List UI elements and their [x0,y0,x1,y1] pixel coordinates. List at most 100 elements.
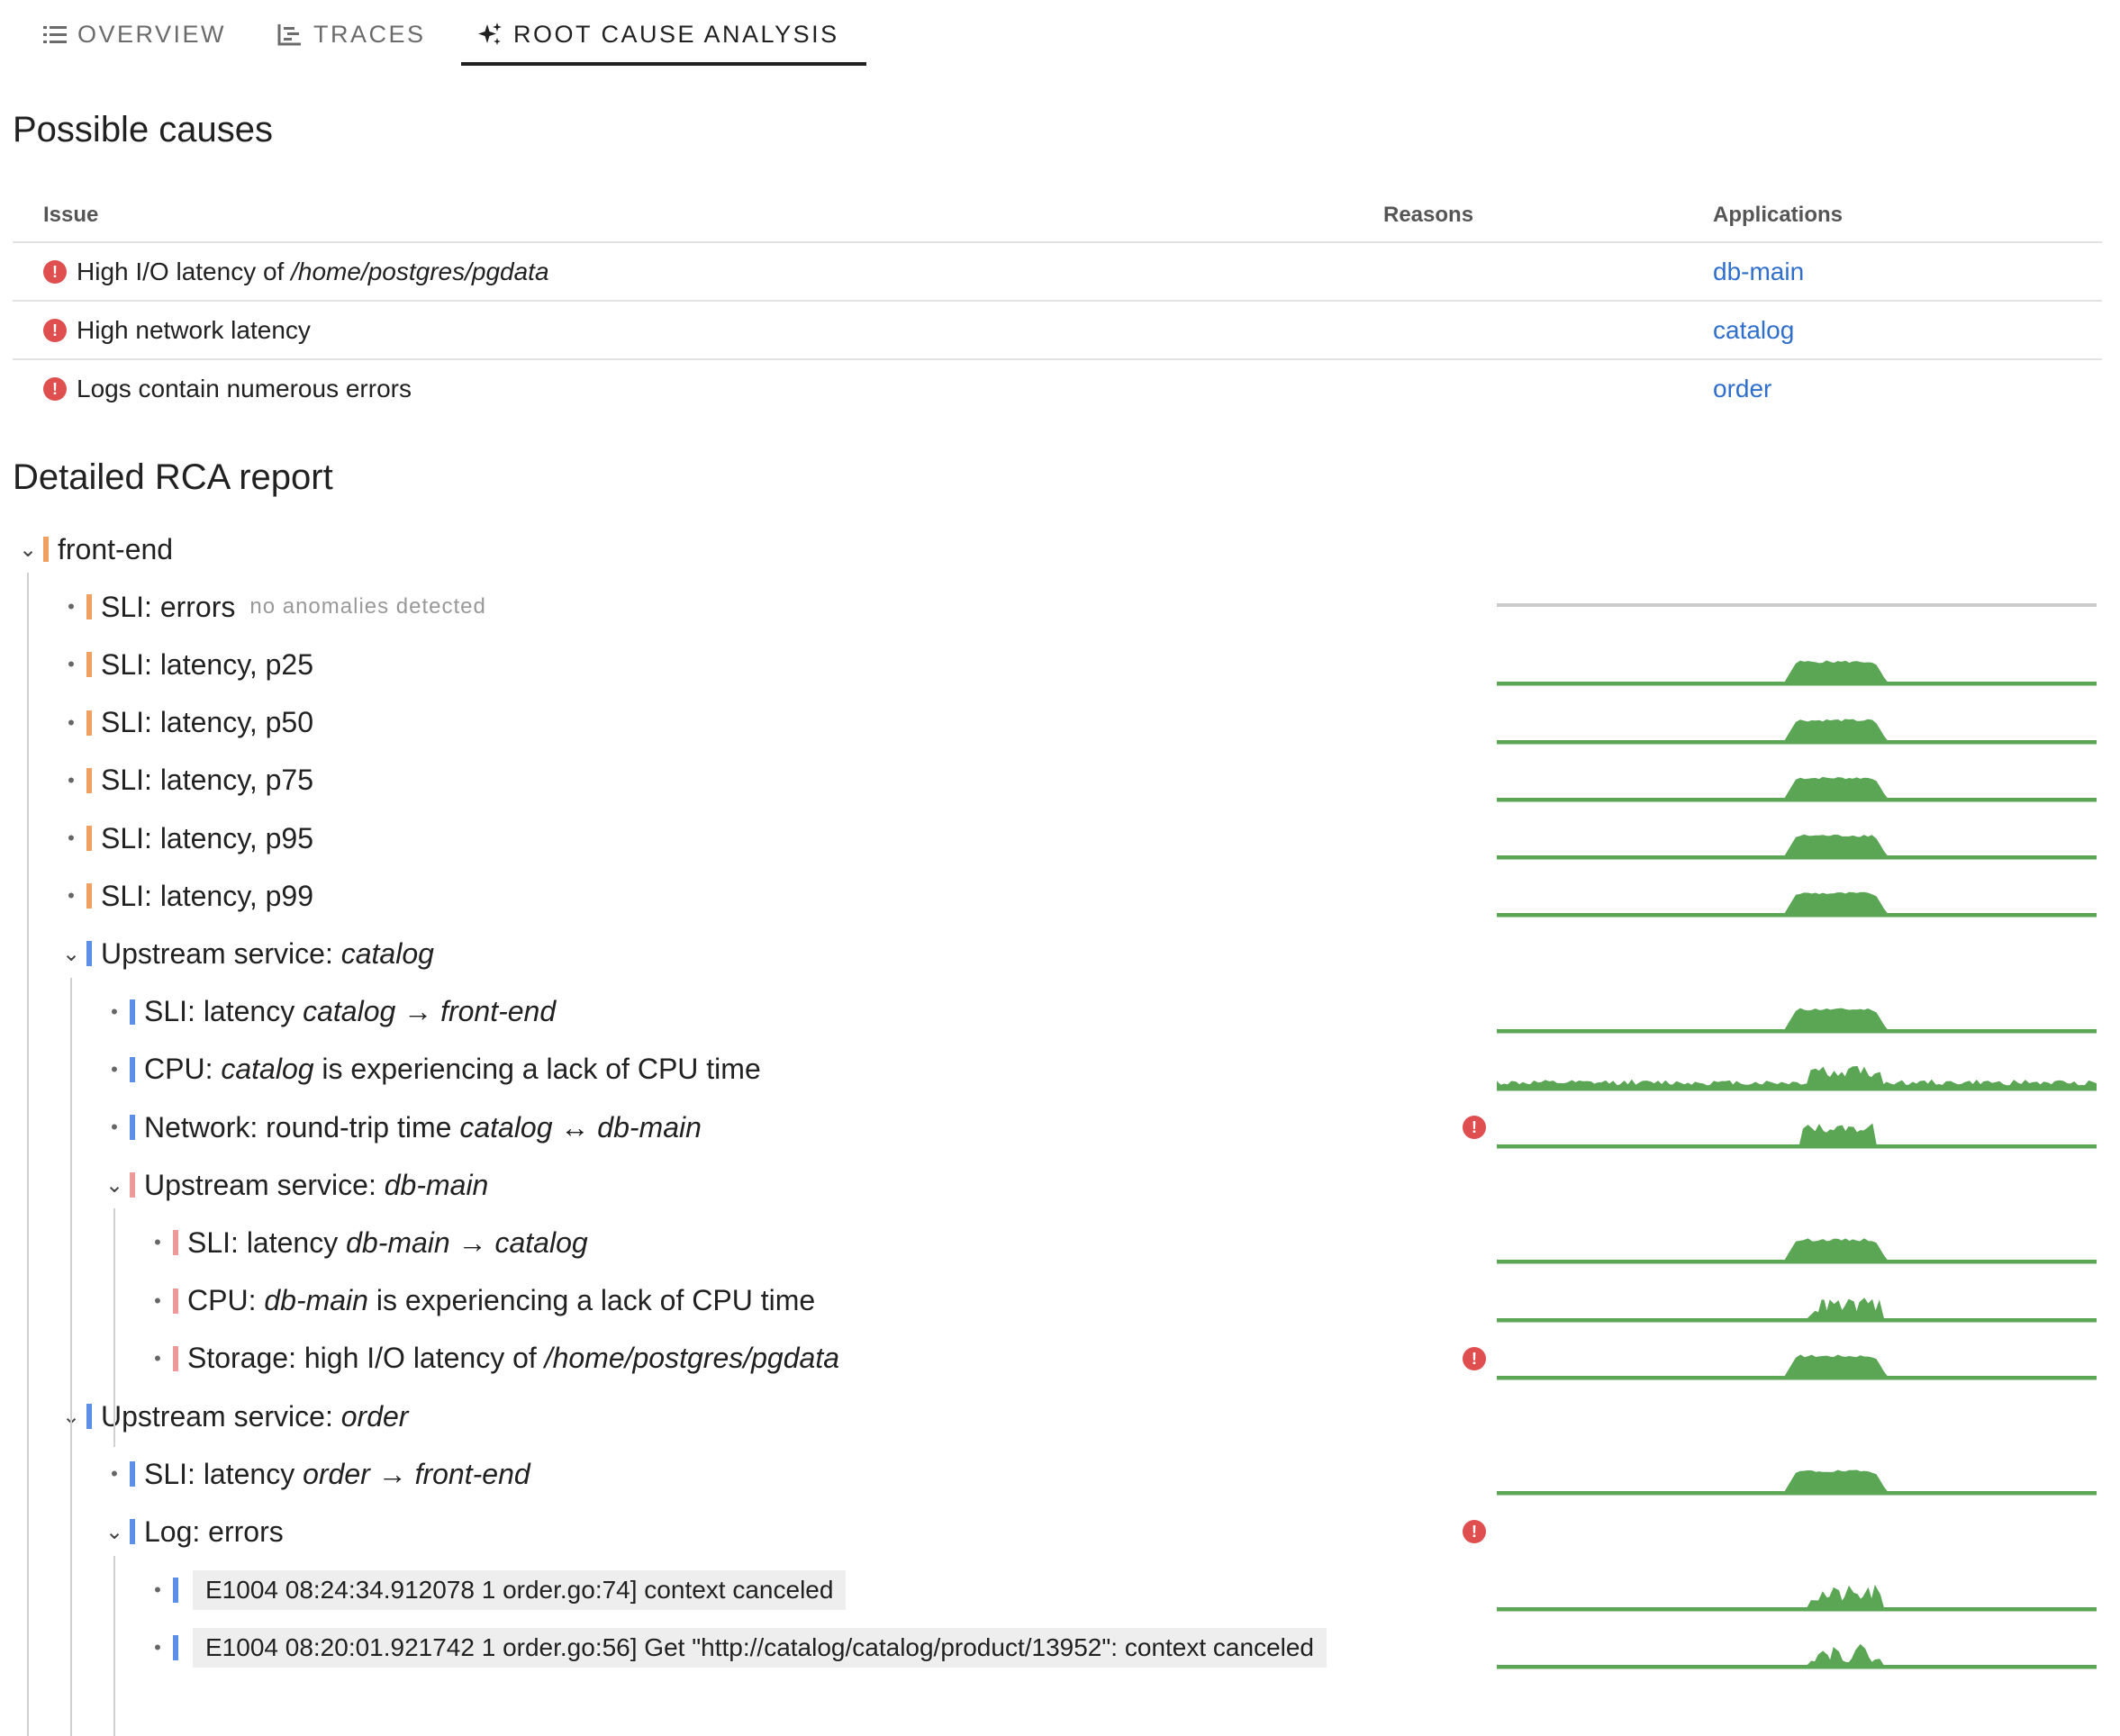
sparkline-chart [1497,834,2097,860]
tree-node[interactable]: ⌄Upstream service: order [56,1389,409,1443]
bullet-icon: • [111,1462,118,1486]
node-label-text: is experiencing a lack of CPU time [367,1284,816,1317]
node-label: Storage: high I/O latency of /home/postg… [187,1342,839,1375]
rca-report-heading: Detailed RCA report [13,457,333,497]
chevron-down-icon[interactable]: ⌄ [56,941,86,967]
node-label-text: SLI: latency, p99 [101,879,313,912]
service-color-marker [173,1288,178,1314]
service-color-marker [173,1577,178,1603]
node-label-text: SLI: latency, p50 [101,706,313,739]
bullet-icon: • [68,827,75,849]
chevron-down-icon[interactable]: ⌄ [99,1172,130,1198]
node-label: Upstream service: order [101,1400,408,1433]
tree-node: • CPU: db-main is experiencing a lack of … [142,1274,815,1328]
service-color-marker [86,1404,92,1429]
active-tab-indicator [461,62,866,66]
tree-node[interactable]: ⌄ front-end [13,522,173,576]
tab-traces[interactable]: TRACES [277,0,426,68]
tree-row: • SLI: latency, p50 [0,696,2120,750]
node-label-entity: db-main [597,1110,702,1144]
service-color-marker [130,1056,135,1082]
chevron-down-icon[interactable]: ⌄ [99,1519,130,1545]
node-label-entity: /home/postgres/pgdata [544,1342,839,1375]
application-link[interactable]: db-main [1713,258,1804,285]
node-label-entity: catalog [494,1225,588,1259]
node-label: front-end [58,533,173,566]
node-label: SLI: latency, p95 [101,822,313,855]
bullet-icon: • [68,595,75,619]
chevron-down-icon[interactable]: ⌄ [13,537,43,563]
sparkline-chart [1497,1123,2097,1149]
tree-row: • E1004 08:20:01.921742 1 order.go:56] Ge… [0,1621,2120,1675]
tree-row: • E1004 08:24:34.912078 1 order.go:74] co… [0,1563,2120,1617]
tree-row: • SLI: latency, p95 [0,811,2120,865]
issue-path: /home/postgres/pgdata [291,257,549,285]
tree-guide-line [27,573,29,1736]
node-label-text: Network: round-trip time [144,1110,460,1144]
application-link[interactable]: catalog [1713,316,1794,344]
tree-node: • CPU: catalog is experiencing a lack of … [99,1043,761,1097]
tab-overview[interactable]: OVERVIEW [43,0,226,68]
tree-node[interactable]: ⌄ Upstream service: db-main [99,1158,488,1212]
service-color-marker [86,941,92,967]
issue-text: Logs contain numerous errors [77,375,412,403]
bullet-icon: • [154,1288,161,1312]
bullet-icon: • [68,884,75,908]
service-color-marker [130,1519,135,1545]
tree-node: • SLI: latency, p25 [56,637,313,692]
tab-traces-label: TRACES [313,20,426,48]
node-label-entity: order [303,1457,370,1490]
sparkline-chart [1497,1297,2097,1323]
node-label-text: is experiencing a lack of CPU time [313,1053,761,1086]
tree-row: • SLI: latency, p25 [0,637,2120,692]
tree-row: • SLI: latency db-main → catalog [0,1216,2120,1270]
tab-root-cause-analysis[interactable]: ROOT CAUSE ANALYSIS [477,0,839,68]
issue-text: High I/O latency of /home/postgres/pgdat… [77,258,549,286]
node-label-text: CPU: [144,1053,222,1086]
node-label: SLI: latency, p99 [101,880,313,913]
node-label: Network: round-trip time catalog ↔ db-ma… [144,1111,702,1144]
bullet-icon: • [111,1116,118,1138]
service-color-marker [43,537,49,562]
sparkline-chart [1497,1008,2097,1034]
node-label: CPU: catalog is experiencing a lack of C… [144,1053,761,1086]
sparkline-area [1497,1643,2097,1669]
node-label-text: Log: errors [144,1514,284,1548]
service-color-marker [86,826,92,851]
sparkline-area [1497,1297,2097,1323]
bullet-icon: • [154,1635,161,1659]
tree-row: ⌄ Log: errors! [0,1505,2120,1559]
service-color-marker [86,652,92,678]
tree-node: • SLI: latency, p50 [56,696,313,750]
sparkline-area [1497,891,2097,918]
node-label-text: ↔ [552,1110,598,1144]
error-icon: ! [1463,1116,1486,1139]
node-label: SLI: errors [101,591,235,624]
sparkline-chart [1497,660,2097,686]
service-color-marker [86,710,92,736]
sparkline-chart [1497,1238,2097,1264]
tree-row: ⌄Upstream service: order [0,1389,2120,1443]
service-color-marker [173,1230,178,1256]
tab-overview-label: OVERVIEW [77,20,227,48]
bullet-icon: • [68,768,75,791]
application-link[interactable]: order [1713,375,1771,402]
bullet-icon: • [154,1578,161,1601]
tree-node[interactable]: ⌄ Upstream service: catalog [56,927,434,981]
tree-row: ⌄ front-end [0,522,2120,576]
list-icon [43,26,67,43]
node-label-text: Upstream service: [144,1168,385,1201]
reasons-cell [1383,358,1713,417]
tab-bar: OVERVIEW TRACES ROOT CAUSE ANALYSIS [13,0,2102,70]
node-label-entity: catalog [221,1053,314,1086]
sparkline-chart [1497,603,2097,608]
tree-guide-line [113,1208,115,1448]
service-color-marker [86,767,92,793]
node-label-text: front-end [58,532,174,565]
bullet-icon: • [154,1231,161,1254]
tree-node[interactable]: ⌄ Log: errors [99,1505,284,1559]
tree-node: • SLI: latency order → front-end [99,1447,530,1501]
tree-node: • E1004 08:24:34.912078 1 order.go:74] co… [142,1563,847,1617]
sparkline-chart [1497,1354,2097,1380]
sparkline-area [1497,1584,2097,1612]
